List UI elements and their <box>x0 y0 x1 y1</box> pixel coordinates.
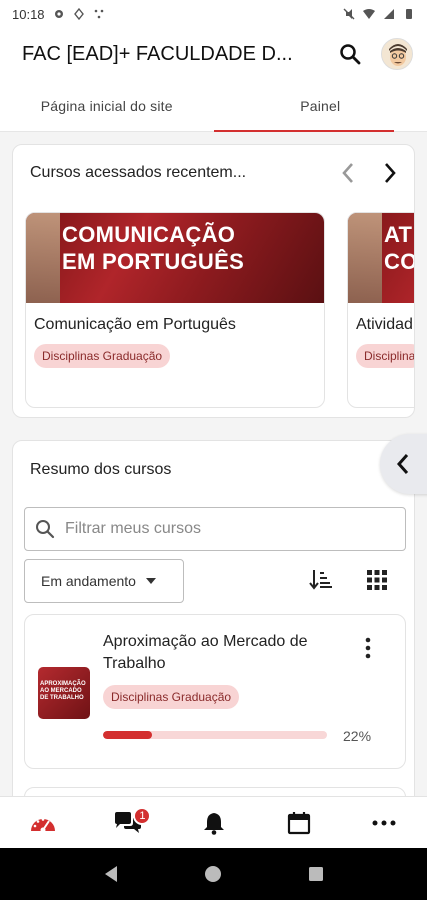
filter-courses-input[interactable] <box>65 520 385 538</box>
signal-icon <box>384 9 394 19</box>
wifi-icon <box>363 9 375 19</box>
recent-course-card[interactable]: AT CO Atividad Disciplina <box>347 212 415 408</box>
course-progress-bar <box>103 731 327 739</box>
course-category-badge: Disciplinas Graduação <box>103 685 240 709</box>
search-icon <box>36 520 55 539</box>
bell-icon <box>203 812 224 835</box>
course-status-select[interactable]: Em andamento <box>24 559 184 603</box>
recent-course-card[interactable]: COMUNICAÇÃO EM PORTUGUÊS Comunicação em … <box>25 212 325 408</box>
site-title: FAC [EAD]+ FACULDADE D... <box>22 42 293 65</box>
status-bar: 10:18 <box>0 0 427 28</box>
status-time: 10:18 <box>12 6 45 22</box>
bottom-navigation: 1 <box>0 796 427 848</box>
course-banner-image: COMUNICAÇÃO EM PORTUGUÊS <box>26 213 324 303</box>
nav-more[interactable] <box>342 797 427 848</box>
dashboard-content[interactable]: Cursos acessados recentem... COMUNICAÇÃO… <box>0 132 427 796</box>
course-banner-image: AT CO <box>348 213 415 303</box>
settings-status-icon <box>54 10 63 18</box>
search-icon <box>340 44 361 65</box>
nav-messages[interactable]: 1 <box>85 797 170 848</box>
course-banner-text: AT CO <box>384 222 415 274</box>
nav-notifications[interactable] <box>171 797 256 848</box>
course-filter-search[interactable] <box>24 507 406 551</box>
more-horizontal-icon <box>372 820 396 825</box>
recent-courses-title: Cursos acessados recentem... <box>30 164 247 181</box>
tab-bar: Página inicial do site Painel <box>0 80 427 132</box>
system-navigation-bar <box>0 848 427 900</box>
course-name: Atividad <box>356 316 413 333</box>
tab-site-home[interactable]: Página inicial do site <box>0 80 214 131</box>
chevron-right-icon[interactable] <box>382 162 398 184</box>
more-vertical-icon[interactable] <box>365 637 371 659</box>
grid-view-icon[interactable] <box>366 569 388 591</box>
course-category-badge: Disciplinas Graduação <box>34 344 171 368</box>
chevron-left-icon[interactable] <box>340 162 356 184</box>
home-circle-icon[interactable] <box>204 865 222 883</box>
sort-icon[interactable] <box>309 567 333 591</box>
user-avatar[interactable] <box>381 38 413 70</box>
mute-icon <box>343 8 355 20</box>
messages-count-badge: 1 <box>133 807 152 825</box>
dropdown-arrow-icon <box>145 578 156 584</box>
back-triangle-icon[interactable] <box>103 865 119 883</box>
course-list-item[interactable] <box>24 787 406 796</box>
nav-calendar[interactable] <box>256 797 341 848</box>
course-banner-text: COMUNICAÇÃO EM PORTUGUÊS <box>62 222 245 274</box>
course-progress-label: 22% <box>343 728 372 744</box>
course-overview-block: Resumo dos cursos Em andamento APROXIMAÇ… <box>12 440 415 796</box>
nav-dashboard[interactable] <box>0 797 85 848</box>
course-category-badge: Disciplina <box>356 344 414 368</box>
recent-courses-block: Cursos acessados recentem... COMUNICAÇÃO… <box>12 144 415 418</box>
tab-dashboard[interactable]: Painel <box>213 80 427 132</box>
course-status-value: Em andamento <box>41 573 136 589</box>
dashboard-gauge-icon <box>30 817 55 832</box>
course-thumbnail: APROXIMAÇÃO AO MERCADO DE TRABALHO <box>38 667 90 719</box>
data-saver-icon <box>73 8 84 20</box>
search-button[interactable] <box>335 39 365 69</box>
course-progress-fill <box>103 731 153 739</box>
calendar-icon <box>287 811 311 834</box>
course-list-item[interactable]: APROXIMAÇÃO AO MERCADO DE TRABALHO Aprox… <box>24 614 406 769</box>
avatar-icon <box>382 39 412 69</box>
recents-square-icon[interactable] <box>308 866 324 882</box>
course-name: Comunicação em Português <box>34 316 236 333</box>
course-thumbnail-text: APROXIMAÇÃO AO MERCADO DE TRABALHO <box>40 681 86 701</box>
battery-icon <box>406 9 412 19</box>
course-overview-title: Resumo dos cursos <box>30 461 172 478</box>
app-header: FAC [EAD]+ FACULDADE D... <box>0 28 427 80</box>
connection-icon <box>94 9 103 19</box>
course-title-link[interactable]: Aproximação ao Mercado de Trabalho <box>103 631 343 675</box>
chevron-left-icon <box>396 454 409 474</box>
